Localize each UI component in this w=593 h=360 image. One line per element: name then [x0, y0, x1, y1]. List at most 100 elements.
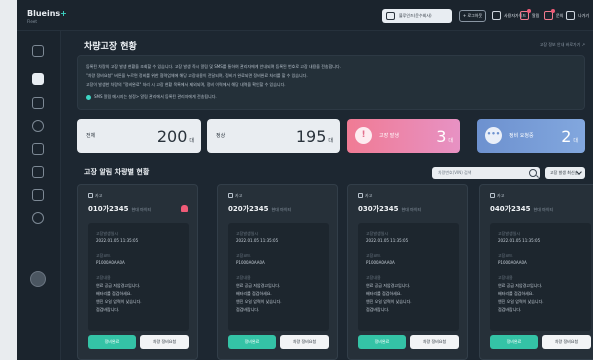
- fault-desc-line: 점검바랍니다.: [236, 307, 260, 312]
- fault-desc-line: 점검바랍니다.: [498, 307, 522, 312]
- search-icon[interactable]: [529, 169, 537, 177]
- avatar[interactable]: [30, 271, 46, 287]
- plate-number: 040가2345: [490, 205, 531, 213]
- fault-desc-label: 고장내용: [498, 275, 513, 280]
- logout-button[interactable]: + 로그아웃: [459, 10, 486, 22]
- vehicle-model: 현대 마이티: [131, 207, 152, 212]
- fault-desc-line: 연료 공급 저압경고입니다.: [96, 283, 141, 288]
- plate-number: 020가2345: [228, 205, 269, 213]
- fault-desc-label: 고장내용: [236, 275, 251, 280]
- stat-fault[interactable]: ! 고장 발생 3대: [347, 119, 460, 153]
- fault-desc-line: 점검바랍니다.: [96, 307, 120, 312]
- fault-detail: 고장발생일시 2022.01.05 11:35:05 고장코드 P1000A0A…: [88, 223, 189, 331]
- repair-request-button[interactable]: 차량 정비요청: [542, 335, 591, 349]
- sms-note-text: SMS 알림 메시지는 설정> 알림 관리에서 등록된 관리자에게 전송됩니다.: [94, 94, 217, 99]
- wrench-icon[interactable]: [32, 143, 44, 155]
- repair-complete-button[interactable]: 정비완료: [490, 335, 538, 349]
- stat-total[interactable]: 전체 200 대: [77, 119, 201, 153]
- fault-desc-line: 배터리를 점검하세요.: [236, 291, 272, 296]
- logo[interactable]: Blueins+: [27, 9, 67, 18]
- stat-repair-number: 2: [561, 127, 572, 146]
- gear-icon[interactable]: [32, 212, 44, 224]
- inquiry-button[interactable]: 문의: [544, 9, 564, 22]
- truck-icon: [228, 193, 233, 198]
- chart-icon[interactable]: [32, 97, 44, 109]
- repair-complete-button[interactable]: 정비완료: [358, 335, 406, 349]
- repair-request-button[interactable]: 차량 정비요청: [140, 335, 189, 349]
- logo-text: Blueins: [27, 9, 61, 18]
- car-icon[interactable]: [32, 73, 44, 85]
- document-icon[interactable]: [32, 166, 44, 178]
- grid-icon[interactable]: [32, 45, 44, 57]
- book-icon: [492, 11, 501, 20]
- settings-icon[interactable]: [32, 120, 44, 132]
- stat-fault-value: 3대: [436, 127, 453, 146]
- stat-normal-number: 195: [295, 127, 327, 146]
- vehicle-type: 카고: [88, 193, 102, 199]
- fault-desc-line: 엔진 오일 압력이 낮습니다.: [96, 299, 142, 304]
- repair-complete-button[interactable]: 정비완료: [228, 335, 276, 349]
- fault-date: 2022.01.05 11:35:05: [498, 238, 541, 243]
- stat-repair[interactable]: ••• 정비 요청중 2대: [477, 119, 585, 153]
- inquiry-label: 문의: [556, 13, 564, 18]
- notice-line: 고장이 발생한 차량의 "정비완료" 처리 시 고장 현황 목록에서 제외되며,…: [86, 82, 286, 87]
- sort-value: 고장 발생 최신순: [550, 170, 579, 175]
- vehicle-model: 현대 마이티: [271, 207, 292, 212]
- repair-request-button[interactable]: 차량 정비요청: [410, 335, 459, 349]
- repair-request-button[interactable]: 차량 정비요청: [280, 335, 329, 349]
- stat-total-value: 200 대: [157, 127, 194, 146]
- vehicle-model: 현대 마이티: [401, 207, 422, 212]
- notification-label: 알림: [532, 13, 540, 18]
- app-window: Blueins+ Fleet 블루인즈(운수회사) + 로그아웃 사용자가이드 …: [17, 0, 593, 360]
- vehicle-card: 카고 010가2345 현대 마이티 고장발생일시 2022.01.05 11:3…: [77, 184, 198, 360]
- top-bar: Blueins+ Fleet 블루인즈(운수회사) + 로그아웃 사용자가이드 …: [17, 0, 593, 31]
- stat-repair-value: 2대: [561, 127, 578, 146]
- vehicle-card: 카고 020가2345 현대 마이티 고장발생일시 2022.01.05 11:3…: [217, 184, 338, 360]
- notice-panel: 등록된 차량의 고장 발생 현황을 조회할 수 있습니다. 고장 발생 즉시 알…: [77, 55, 585, 110]
- fault-code: P1000A0AA0A: [498, 260, 527, 265]
- fault-guide-link[interactable]: 고장 정보 안내 바로가기 ↗: [540, 42, 585, 48]
- logo-subtitle: Fleet: [27, 19, 37, 24]
- fault-date: 2022.01.05 11:35:05: [366, 238, 409, 243]
- stat-normal-unit: 대: [328, 138, 333, 144]
- fault-detail: 고장발생일시 2022.01.05 11:35:05 고장코드 P1000A0A…: [228, 223, 329, 331]
- stat-repair-unit: 대: [573, 138, 578, 144]
- more-icon: •••: [485, 127, 502, 144]
- fault-desc-line: 연료 공급 저압경고입니다.: [236, 283, 281, 288]
- truck-icon: [358, 193, 363, 198]
- vehicle-type: 카고: [490, 193, 504, 199]
- plate-number: 030가2345: [358, 205, 399, 213]
- fault-desc-label: 고장내용: [96, 275, 111, 280]
- search-input[interactable]: 차량번호(VIN) 검색: [432, 167, 540, 179]
- sort-select[interactable]: 고장 발생 최신순: [545, 167, 585, 179]
- notification-button[interactable]: 알림: [520, 9, 540, 22]
- stat-normal-label: 정상: [216, 133, 226, 139]
- fault-desc-line: 배터리를 점검하세요.: [96, 291, 132, 296]
- stat-repair-label: 정비 요청중: [509, 133, 534, 139]
- vehicle-type-label: 카고: [365, 193, 373, 198]
- section-title: 고장 알림 차량별 현황: [84, 168, 150, 176]
- fault-desc-line: 배터리를 점검하세요.: [498, 291, 534, 296]
- sidebar: [17, 31, 61, 360]
- fault-date: 2022.01.05 11:35:05: [236, 238, 279, 243]
- info-icon: [86, 94, 91, 100]
- vehicle-type: 카고: [358, 193, 372, 199]
- notice-line: 등록된 차량의 고장 발생 현황을 조회할 수 있습니다. 고장 발생 즉시 알…: [86, 64, 341, 69]
- stat-total-number: 200: [156, 127, 188, 146]
- warning-icon: !: [355, 127, 372, 144]
- vehicle-plate: 030가2345 현대 마이티: [358, 204, 421, 214]
- user-label: 블루인즈(운수회사): [399, 13, 432, 18]
- fault-desc-line: 연료 공급 저압경고입니다.: [498, 283, 543, 288]
- user-icon: [386, 12, 395, 20]
- exit-button[interactable]: 나가기: [566, 10, 589, 22]
- bell-icon: [520, 9, 531, 20]
- page-title: 차량고장 현황: [84, 42, 137, 52]
- stat-fault-label: 고장 발생: [379, 133, 399, 139]
- list-icon[interactable]: [32, 189, 44, 201]
- user-chip[interactable]: 블루인즈(운수회사): [382, 9, 452, 23]
- fault-desc-line: 엔진 오일 압력이 낮습니다.: [498, 299, 544, 304]
- stat-normal[interactable]: 정상 195 대: [207, 119, 340, 153]
- vehicle-type-label: 카고: [235, 193, 243, 198]
- vehicle-type-label: 카고: [95, 193, 103, 198]
- repair-complete-button[interactable]: 정비완료: [88, 335, 136, 349]
